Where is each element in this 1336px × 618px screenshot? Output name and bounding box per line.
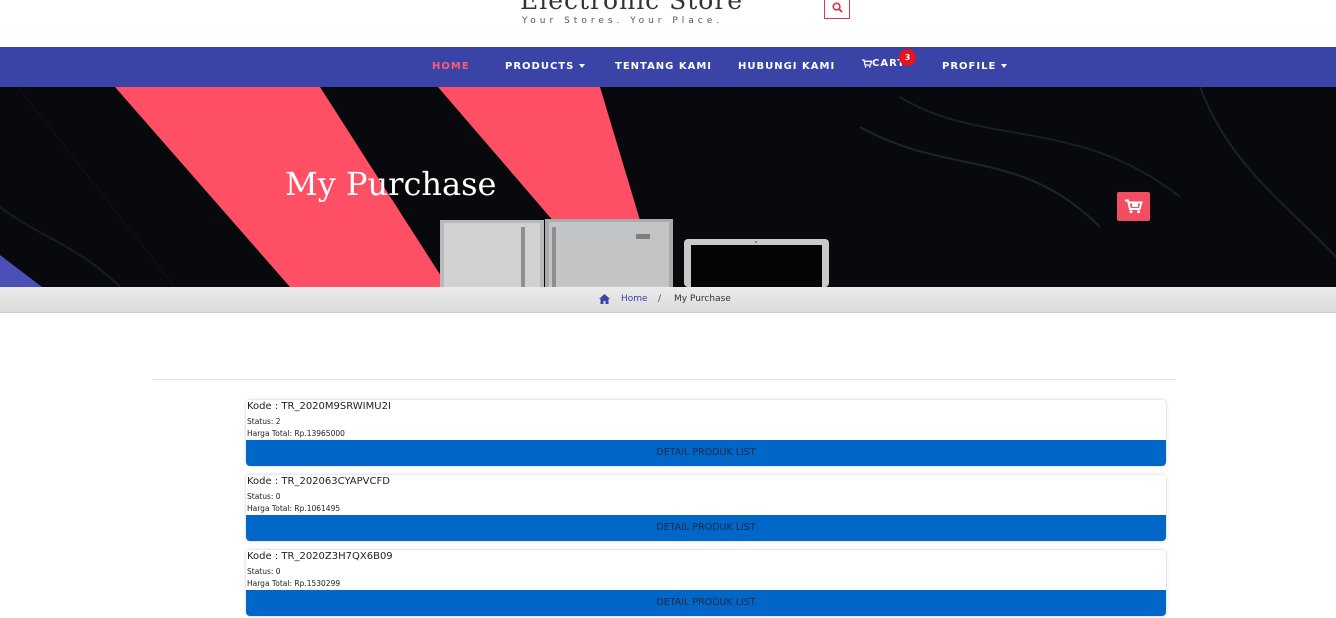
breadcrumb-separator: / xyxy=(658,294,662,304)
nav-products-label: PRODUCTS xyxy=(505,61,575,72)
nav-home[interactable]: HOME xyxy=(432,47,470,87)
site-tagline: Your Stores. Your Place. xyxy=(522,16,724,26)
content-divider xyxy=(152,379,1176,380)
cart-count-badge: 3 xyxy=(899,49,916,66)
purchase-status: Status: 0 xyxy=(247,567,281,576)
chevron-down-icon xyxy=(1001,64,1008,68)
purchase-code: Kode : TR_2020Z3H7QX6B09 xyxy=(247,551,393,562)
purchase-status: Status: 2 xyxy=(247,417,281,426)
purchase-total-price: Harga Total: Rp.13965000 xyxy=(247,429,345,438)
home-icon xyxy=(599,294,610,304)
purchase-code: Kode : TR_202063CYAPVCFD xyxy=(247,476,390,487)
chevron-down-icon xyxy=(579,64,586,68)
search-icon xyxy=(831,2,843,13)
detail-produk-list-button[interactable]: DETAIL PRODUK LIST xyxy=(246,440,1166,466)
purchase-status: Status: 0 xyxy=(247,492,281,501)
cart-icon xyxy=(1124,199,1143,214)
banner-background-image xyxy=(0,87,1336,287)
breadcrumb-current: My Purchase xyxy=(674,294,731,304)
banner-cart-button[interactable] xyxy=(1117,192,1150,221)
purchase-card: Kode : TR_202063CYAPVCFD Status: 0 Harga… xyxy=(246,475,1166,541)
breadcrumb-home-link[interactable]: Home xyxy=(621,294,648,304)
breadcrumb: Home / My Purchase xyxy=(0,287,1336,313)
nav-hubungi-kami[interactable]: HUBUNGI KAMI xyxy=(738,47,835,87)
search-button[interactable] xyxy=(824,0,850,19)
purchase-total-price: Harga Total: Rp.1061495 xyxy=(247,504,341,513)
nav-profile[interactable]: PROFILE xyxy=(942,47,1008,87)
top-header: Electronic Store Your Stores. Your Place… xyxy=(0,0,1336,47)
page-banner: My Purchase xyxy=(0,87,1336,287)
page-title: My Purchase xyxy=(285,165,497,203)
purchase-card: Kode : TR_2020Z3H7QX6B09 Status: 0 Harga… xyxy=(246,550,1166,616)
nav-profile-label: PROFILE xyxy=(942,61,997,72)
nav-tentang-kami[interactable]: TENTANG KAMI xyxy=(615,47,712,87)
nav-products[interactable]: PRODUCTS xyxy=(505,47,586,87)
purchase-code: Kode : TR_2020M9SRWIMU2I xyxy=(247,401,391,412)
purchase-card: Kode : TR_2020M9SRWIMU2I Status: 2 Harga… xyxy=(246,400,1166,466)
cart-icon xyxy=(862,58,873,68)
purchase-total-price: Harga Total: Rp.1530299 xyxy=(247,579,341,588)
detail-produk-list-button[interactable]: DETAIL PRODUK LIST xyxy=(246,515,1166,541)
nav-cart[interactable]: CART xyxy=(862,44,905,84)
detail-produk-list-button[interactable]: DETAIL PRODUK LIST xyxy=(246,590,1166,616)
main-navbar: HOME PRODUCTS TENTANG KAMI HUBUNGI KAMI … xyxy=(0,47,1336,87)
site-logo-title[interactable]: Electronic Store xyxy=(520,0,743,15)
